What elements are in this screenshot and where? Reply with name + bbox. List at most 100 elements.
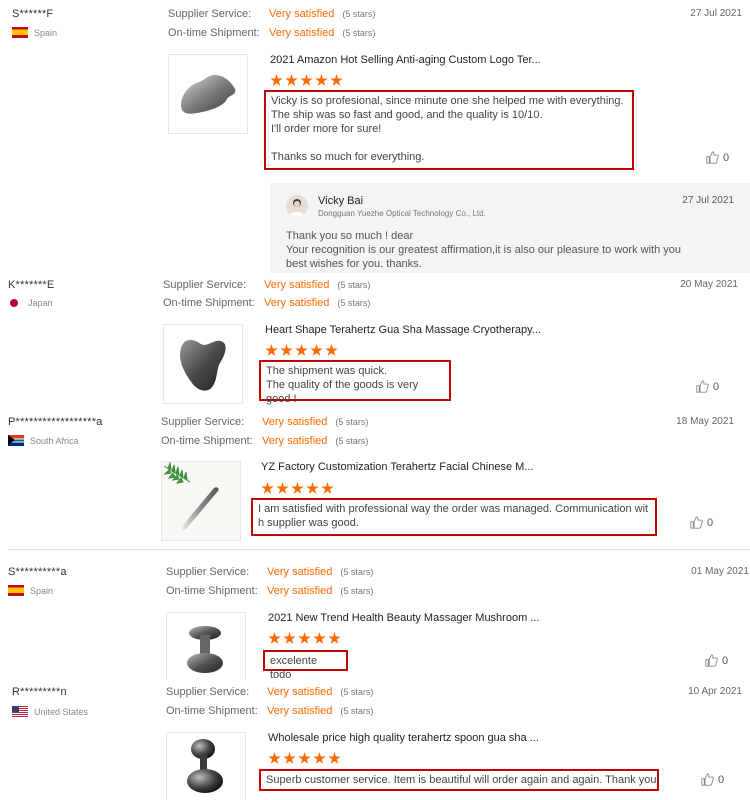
supplier-service-rating: Supplier Service: Very satisfied (5 star… [161, 416, 368, 428]
reviewer-name: R*********n [12, 686, 67, 698]
product-star-rating [268, 752, 341, 765]
star-icon [298, 632, 311, 644]
on-time-shipment-rating: On-time Shipment: Very satisfied (5 star… [166, 585, 373, 597]
supplier-service-value: Very satisfied [269, 8, 335, 20]
product-star-rating [270, 74, 343, 87]
star-icon [328, 632, 341, 644]
review-date: 01 May 2021 [691, 566, 749, 577]
reply-company: Dongguan Yuezhe Optical Technology Co., … [318, 209, 486, 218]
reply-date: 27 Jul 2021 [682, 195, 734, 206]
japan-flag-icon [10, 299, 18, 307]
on-time-shipment-stars: (5 stars) [340, 706, 374, 716]
on-time-shipment-value: Very satisfied [262, 435, 328, 447]
like-count: 0 [707, 516, 714, 529]
product-star-rating [261, 482, 334, 495]
on-time-shipment-rating: On-time Shipment: Very satisfied (5 star… [168, 27, 375, 39]
like-count: 0 [713, 380, 720, 393]
like-button[interactable]: 0 [690, 516, 713, 529]
supplier-service-stars: (5 stars) [340, 567, 374, 577]
review-comment: I am satisfied with professional way the… [251, 498, 657, 536]
product-thumbnail[interactable] [163, 324, 243, 404]
review-item: R*********n United States Supplier Servi… [0, 680, 750, 800]
on-time-shipment-stars: (5 stars) [340, 586, 374, 596]
united-states-flag-icon [12, 706, 28, 717]
supplier-service-value: Very satisfied [262, 416, 328, 428]
review-item: K*******E Japan Supplier Service: Very s… [0, 276, 750, 405]
supplier-service-value: Very satisfied [267, 686, 333, 698]
reviewer-country: Spain [12, 27, 57, 38]
product-star-rating [265, 344, 338, 357]
star-icon [295, 344, 308, 356]
supplier-service-label: Supplier Service: [166, 686, 250, 698]
review-date: 18 May 2021 [676, 416, 734, 427]
supplier-reply: Vicky Bai Dongguan Yuezhe Optical Techno… [270, 183, 750, 273]
product-title-link[interactable]: Wholesale price high quality terahertz s… [268, 732, 539, 744]
like-button[interactable]: 0 [701, 773, 724, 786]
supplier-service-stars: (5 stars) [342, 9, 376, 19]
on-time-shipment-label: On-time Shipment: [161, 435, 253, 447]
like-button[interactable]: 0 [696, 380, 719, 393]
star-icon [283, 752, 296, 764]
supplier-service-rating: Supplier Service: Very satisfied (5 star… [166, 566, 373, 578]
reviewer-country: Japan [8, 298, 53, 308]
star-icon [270, 74, 283, 86]
reviewer-name: K*******E [8, 279, 55, 291]
avatar [286, 195, 308, 217]
supplier-service-value: Very satisfied [267, 566, 333, 578]
star-icon [283, 632, 296, 644]
star-icon [268, 752, 281, 764]
star-icon [268, 632, 281, 644]
on-time-shipment-label: On-time Shipment: [166, 705, 258, 717]
product-thumbnail[interactable] [166, 732, 246, 800]
heart-gua-sha-image [180, 339, 226, 391]
product-title-link[interactable]: 2021 Amazon Hot Selling Anti-aging Custo… [270, 54, 541, 66]
star-icon [325, 344, 338, 356]
product-title-link[interactable]: YZ Factory Customization Terahertz Facia… [261, 461, 533, 473]
star-icon [298, 752, 311, 764]
on-time-shipment-rating: On-time Shipment: Very satisfied (5 star… [166, 705, 373, 717]
reviewer-country: United States [12, 706, 88, 717]
like-button[interactable]: 0 [706, 151, 729, 164]
spain-flag-icon [8, 585, 24, 596]
reviewer-name: S******F [12, 8, 54, 20]
product-thumbnail[interactable] [161, 461, 241, 541]
star-icon [313, 752, 326, 764]
star-icon [330, 74, 343, 86]
country-label: Spain [34, 27, 58, 38]
supplier-service-label: Supplier Service: [166, 566, 250, 578]
like-count: 0 [723, 151, 730, 164]
gua-sha-stone-image [181, 75, 236, 114]
product-title-link[interactable]: 2021 New Trend Health Beauty Massager Mu… [268, 612, 539, 624]
product-thumbnail[interactable] [166, 612, 246, 680]
reply-text: Thank you so much ! dear Your recognitio… [286, 230, 681, 270]
star-icon [321, 482, 334, 494]
review-date: 10 Apr 2021 [688, 686, 742, 697]
star-icon [315, 74, 328, 86]
review-date: 20 May 2021 [680, 279, 738, 290]
thumbs-up-icon [706, 151, 719, 164]
star-icon [291, 482, 304, 494]
product-thumbnail[interactable] [168, 54, 248, 134]
on-time-shipment-rating: On-time Shipment: Very satisfied (5 star… [163, 297, 370, 309]
on-time-shipment-value: Very satisfied [267, 585, 333, 597]
country-label: Spain [30, 585, 54, 596]
on-time-shipment-value: Very satisfied [269, 27, 335, 39]
on-time-shipment-value: Very satisfied [264, 297, 330, 309]
review-comment: The shipment was quick. The quality of t… [259, 360, 451, 405]
on-time-shipment-label: On-time Shipment: [166, 585, 258, 597]
country-label: Japan [28, 298, 53, 308]
product-star-rating [268, 632, 341, 645]
star-icon [313, 632, 326, 644]
like-count: 0 [718, 773, 725, 786]
supplier-service-label: Supplier Service: [161, 416, 245, 428]
spain-flag-icon [12, 27, 28, 38]
star-icon [280, 344, 293, 356]
reviewer-name: S**********a [8, 566, 67, 578]
like-button[interactable]: 0 [705, 654, 728, 667]
like-count: 0 [722, 654, 729, 667]
star-icon [276, 482, 289, 494]
on-time-shipment-rating: On-time Shipment: Very satisfied (5 star… [161, 435, 368, 447]
supplier-service-stars: (5 stars) [340, 687, 374, 697]
thumbs-up-icon [705, 654, 718, 667]
product-title-link[interactable]: Heart Shape Terahertz Gua Sha Massage Cr… [265, 324, 541, 336]
